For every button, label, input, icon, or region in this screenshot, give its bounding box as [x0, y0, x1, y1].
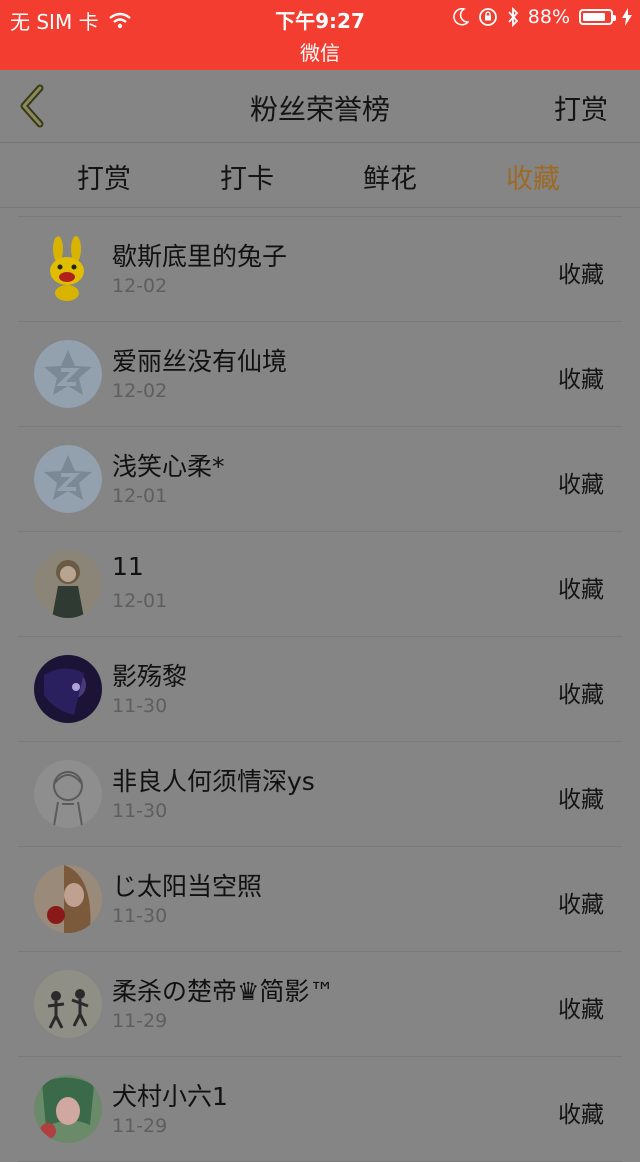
page-title: 粉丝荣誉榜 [249, 93, 390, 126]
tab-bar: 打赏 打卡 鲜花 收藏 [0, 143, 640, 208]
tab-reward[interactable]: 打赏 [34, 157, 174, 196]
tab-checkin[interactable]: 打卡 [177, 157, 317, 196]
favorite-label: 收藏 [558, 997, 604, 1023]
avatar [34, 865, 102, 933]
default-avatar-icon [34, 340, 102, 408]
orientation-lock-icon [478, 8, 497, 26]
fan-date: 11-29 [112, 1115, 168, 1137]
fan-date: 12-01 [112, 590, 168, 612]
status-right: 88% [453, 6, 632, 28]
default-avatar-icon [34, 445, 102, 513]
list-item[interactable]: じ太阳当空照 11-30 收藏 [18, 847, 622, 952]
fan-name: 浅笑心柔* [112, 452, 225, 481]
list-item[interactable]: 11 12-01 收藏 [18, 532, 622, 637]
fan-date: 12-01 [112, 485, 168, 507]
fan-name: 影殇黎 [112, 662, 188, 691]
fan-name: 非良人何须情深ys [112, 767, 315, 796]
bluetooth-icon [508, 7, 519, 27]
fan-name: 犬村小六1 [112, 1082, 228, 1111]
status-bar: 无 SIM 卡 下午9:27 微信 88% [0, 0, 640, 70]
reward-button[interactable]: 打赏 [554, 88, 608, 127]
favorite-label: 收藏 [558, 262, 604, 288]
favorite-label: 收藏 [558, 1102, 604, 1128]
favorite-label: 收藏 [558, 892, 604, 918]
app-name-label: 微信 [300, 41, 340, 65]
list-item[interactable]: 爱丽丝没有仙境 12-02 收藏 [18, 322, 622, 427]
fan-name: 柔杀の楚帝♛简影™ [112, 977, 335, 1006]
fan-date: 12-02 [112, 380, 168, 402]
tab-favorites[interactable]: 收藏 [463, 157, 603, 196]
avatar [34, 655, 102, 723]
tab-flowers[interactable]: 鲜花 [320, 157, 460, 196]
fan-name: 爱丽丝没有仙境 [112, 347, 288, 376]
list-item[interactable]: 影殇黎 11-30 收藏 [18, 637, 622, 742]
list-item[interactable]: 柔杀の楚帝♛简影™ 11-29 收藏 [18, 952, 622, 1057]
bunny-avatar [34, 235, 102, 303]
nav-bar: 粉丝荣誉榜 打赏 [0, 70, 640, 143]
avatar [34, 1075, 102, 1143]
fan-date: 11-30 [112, 905, 168, 927]
favorite-label: 收藏 [558, 367, 604, 393]
charging-icon [622, 8, 632, 26]
favorite-label: 收藏 [558, 682, 604, 708]
fan-date: 12-02 [112, 275, 168, 297]
moon-icon [453, 8, 469, 26]
fan-name: 11 [112, 552, 144, 581]
favorite-label: 收藏 [558, 472, 604, 498]
favorite-label: 收藏 [558, 577, 604, 603]
list-item[interactable]: 歇斯底里的兔子 12-02 收藏 [18, 216, 622, 322]
fan-list: 歇斯底里的兔子 12-02 收藏 爱丽丝没有仙境 12-02 收藏 浅笑心柔* … [0, 216, 640, 1162]
battery-percent: 88% [527, 6, 570, 28]
fan-name: じ太阳当空照 [112, 872, 263, 901]
fan-date: 11-30 [112, 800, 168, 822]
avatar [34, 760, 102, 828]
list-item[interactable]: 犬村小六1 11-29 收藏 [18, 1057, 622, 1162]
list-item[interactable]: 非良人何须情深ys 11-30 收藏 [18, 742, 622, 847]
favorite-label: 收藏 [558, 787, 604, 813]
fan-name: 歇斯底里的兔子 [112, 242, 288, 271]
list-item[interactable]: 浅笑心柔* 12-01 收藏 [18, 427, 622, 532]
avatar [34, 550, 102, 618]
fan-date: 11-30 [112, 695, 168, 717]
avatar [34, 970, 102, 1038]
fan-date: 11-29 [112, 1010, 168, 1032]
battery-icon [579, 9, 616, 25]
